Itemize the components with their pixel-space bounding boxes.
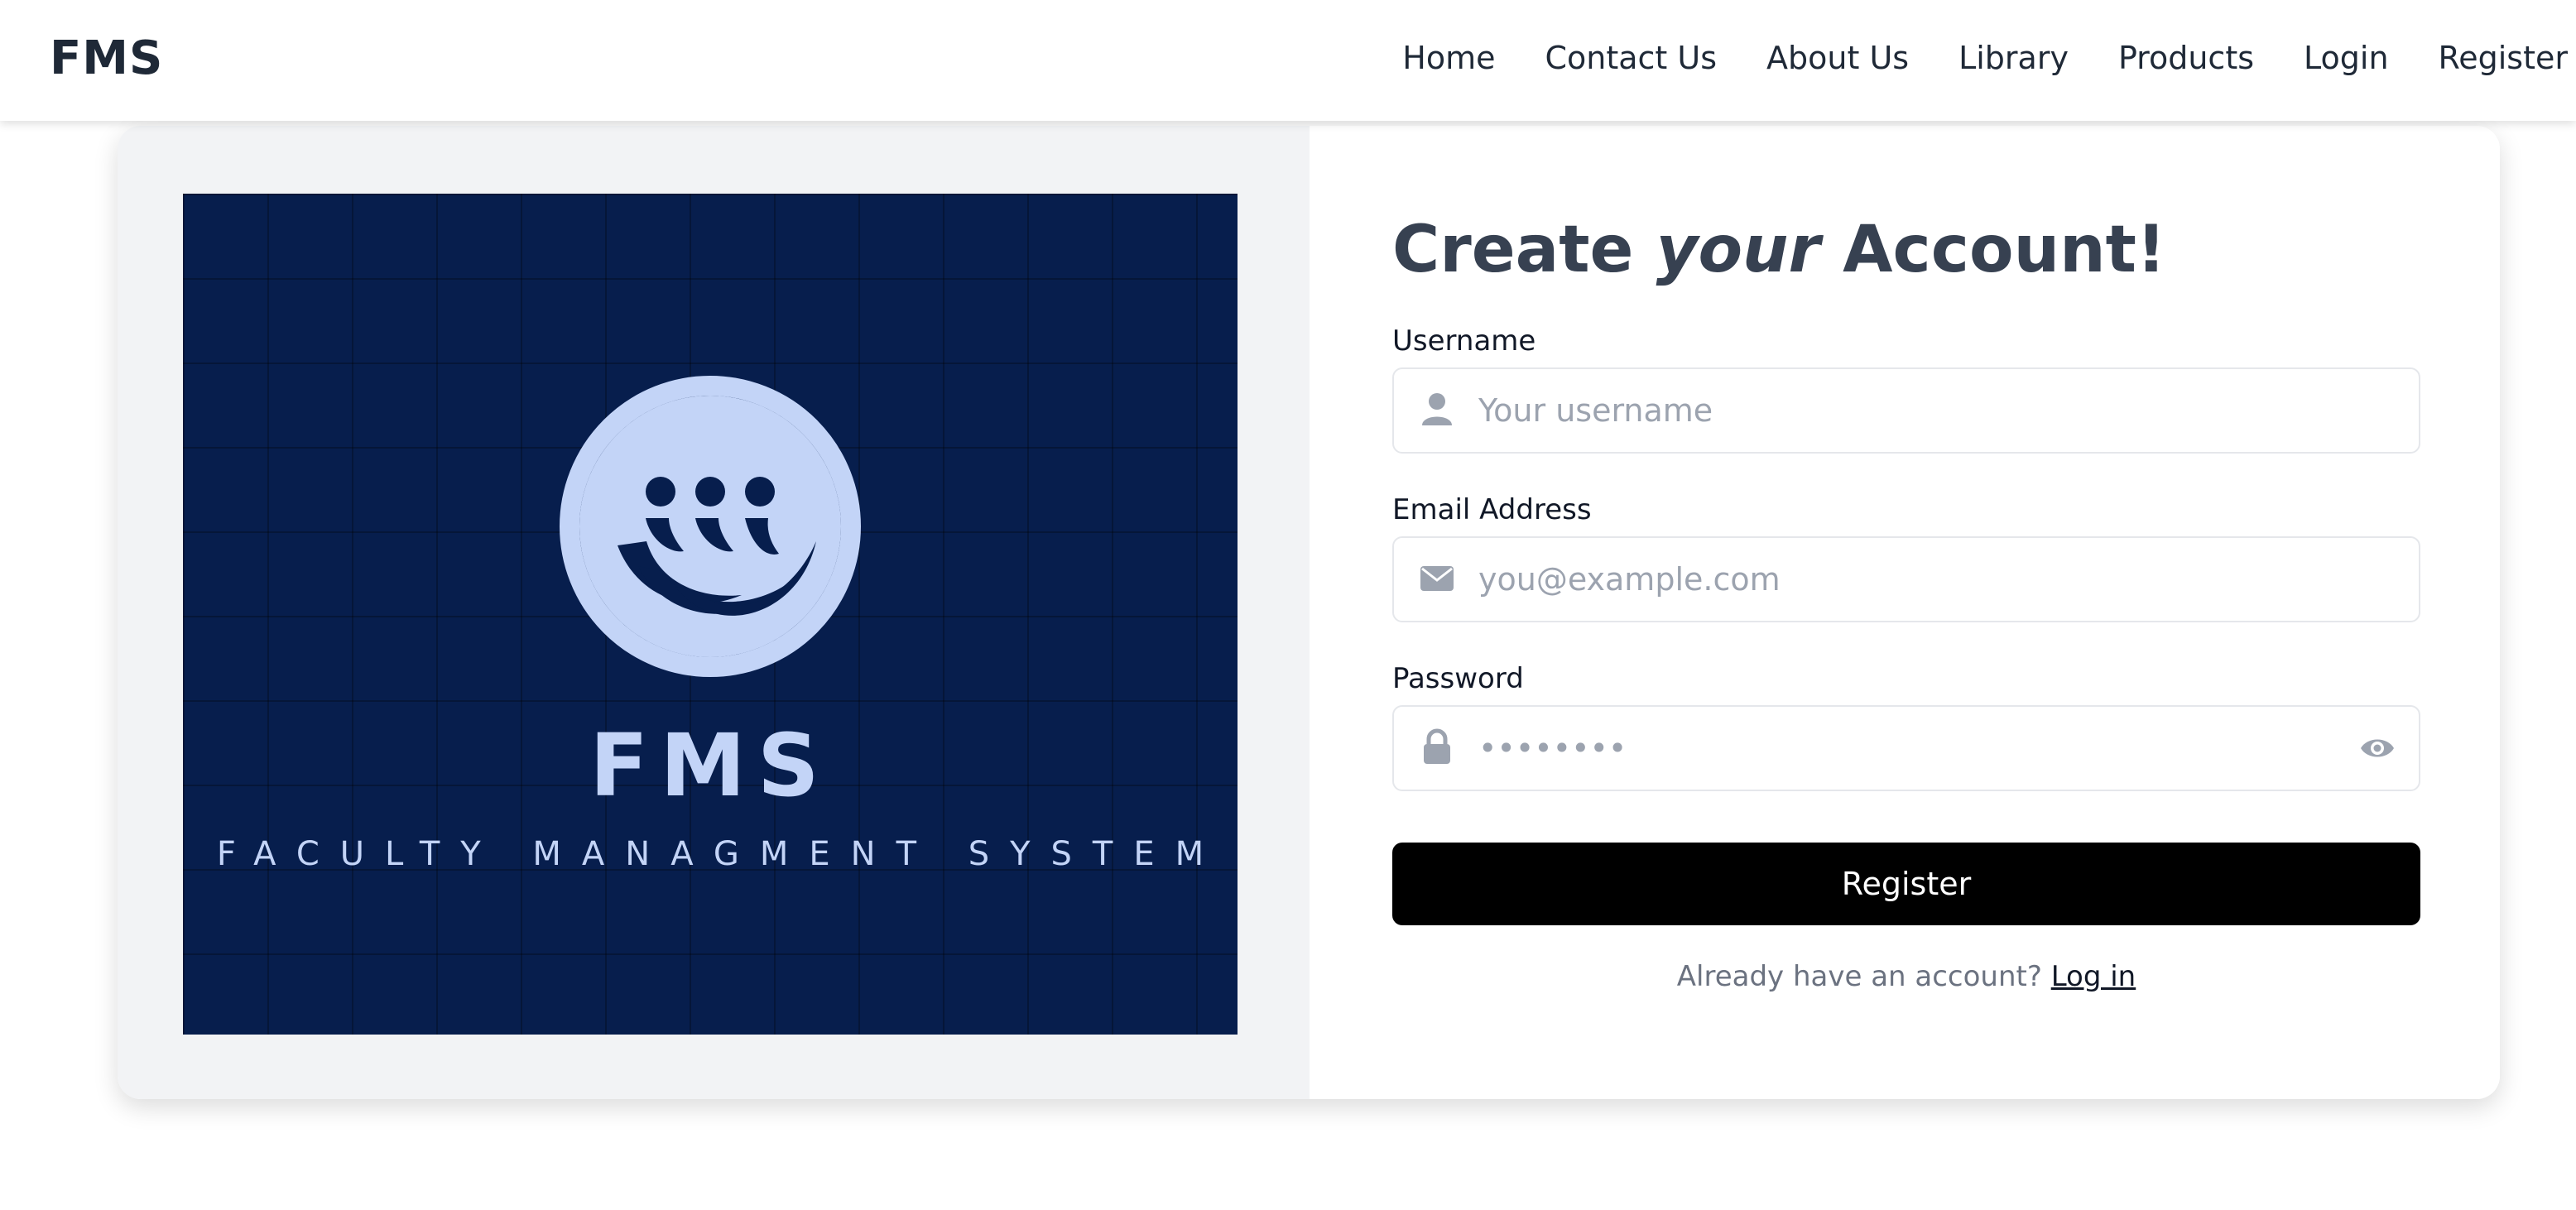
user-icon	[1422, 393, 1452, 425]
email-input[interactable]	[1477, 538, 2321, 621]
envelope-icon	[1420, 566, 1454, 591]
register-form-side: Create your Account! Username Email Addr…	[1310, 126, 2500, 1099]
login-prompt-text: Already have an account?	[1676, 960, 2042, 993]
nav-link-library[interactable]: Library	[1958, 40, 2069, 76]
login-prompt-row: Already have an account? Log in	[1392, 960, 2420, 993]
form-title-suffix: Account!	[1820, 213, 2166, 287]
register-card: FMS FACULTY MANAGMENT SYSTEM Create your…	[118, 126, 2500, 1099]
username-field	[1392, 367, 2420, 454]
password-input[interactable]	[1477, 707, 2321, 790]
logo-title: FMS	[589, 715, 831, 816]
nav-link-about-us[interactable]: About Us	[1766, 40, 1909, 76]
password-field	[1392, 705, 2420, 791]
username-label: Username	[1392, 324, 1536, 358]
nav-link-products[interactable]: Products	[2118, 40, 2254, 76]
eye-icon[interactable]	[2359, 730, 2396, 766]
username-input[interactable]	[1477, 369, 2321, 452]
login-link[interactable]: Log in	[2051, 960, 2136, 993]
nav-link-home[interactable]: Home	[1402, 40, 1495, 76]
people-wave-logo-icon	[560, 376, 861, 677]
top-navbar: FMS Home Contact Us About Us Library Pro…	[0, 0, 2576, 121]
nav-link-login[interactable]: Login	[2304, 40, 2389, 76]
nav-link-contact-us[interactable]: Contact Us	[1545, 40, 1717, 76]
lock-icon	[1424, 728, 1450, 764]
logo-subtitle: FACULTY MANAGMENT SYSTEM	[216, 835, 1225, 873]
brand-logo-link[interactable]: FMS	[50, 30, 163, 88]
nav-link-register[interactable]: Register	[2439, 40, 2568, 76]
register-button[interactable]: Register	[1392, 843, 2420, 925]
email-field	[1392, 536, 2420, 622]
email-label: Email Address	[1392, 493, 1592, 526]
card-image-side: FMS FACULTY MANAGMENT SYSTEM	[118, 126, 1310, 1099]
password-label: Password	[1392, 662, 1524, 695]
fms-logo-panel: FMS FACULTY MANAGMENT SYSTEM	[183, 194, 1238, 1035]
nav-links: Home Contact Us About Us Library Product…	[1353, 0, 2568, 116]
form-title-emphasis: your	[1656, 213, 1821, 287]
form-title-prefix: Create	[1392, 213, 1656, 287]
form-title: Create your Account!	[1392, 209, 2166, 291]
